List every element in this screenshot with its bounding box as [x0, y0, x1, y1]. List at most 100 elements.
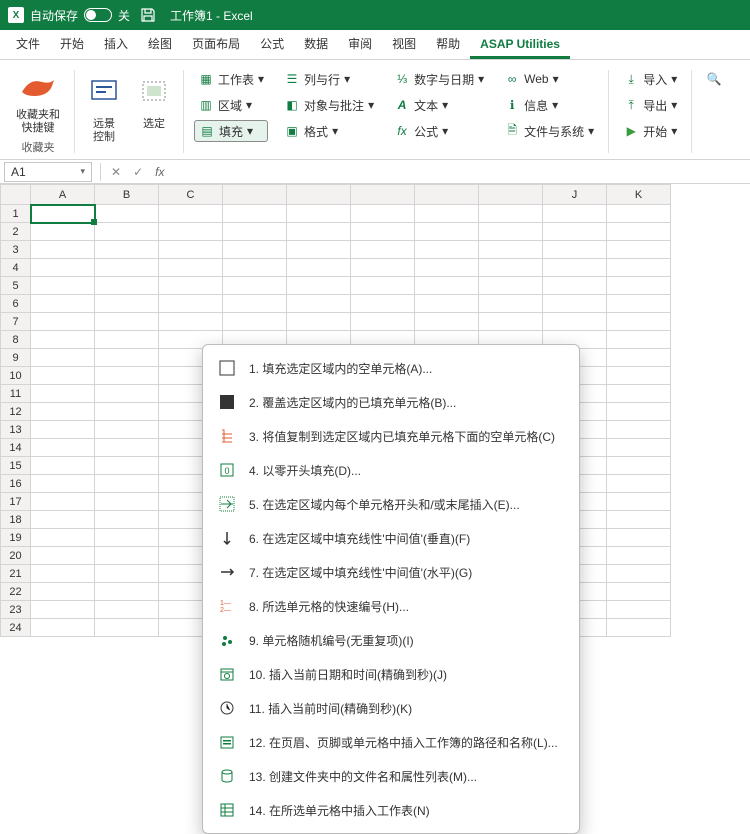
cell[interactable]	[607, 349, 671, 367]
row-header[interactable]: 12	[1, 403, 31, 421]
tab-3[interactable]: 绘图	[138, 29, 182, 59]
cell[interactable]	[95, 277, 159, 295]
cell[interactable]	[223, 241, 287, 259]
cell[interactable]	[159, 277, 223, 295]
fill-menu-item-2[interactable]: 2. 覆盖选定区域内的已填充单元格(B)...	[203, 385, 579, 419]
cell[interactable]	[31, 241, 95, 259]
cell[interactable]	[31, 331, 95, 349]
cell[interactable]	[31, 223, 95, 241]
cell[interactable]	[95, 421, 159, 439]
cell[interactable]	[95, 493, 159, 511]
select-group[interactable]: 选定	[129, 64, 179, 159]
cell[interactable]	[31, 529, 95, 547]
text-button[interactable]: A文本▾	[390, 94, 488, 116]
tab-10[interactable]: ASAP Utilities	[470, 29, 570, 59]
cell[interactable]	[31, 313, 95, 331]
cell[interactable]	[95, 583, 159, 601]
cell[interactable]	[415, 295, 479, 313]
row-header[interactable]: 22	[1, 583, 31, 601]
cell[interactable]	[415, 313, 479, 331]
spreadsheet-grid[interactable]: ABCJK12345678910111213141516171819202122…	[0, 184, 750, 637]
col-header[interactable]: B	[95, 185, 159, 205]
cell[interactable]	[31, 565, 95, 583]
cell[interactable]	[31, 601, 95, 619]
cell[interactable]	[95, 205, 159, 223]
cell[interactable]	[287, 277, 351, 295]
fill-menu-item-14[interactable]: 14. 在所选单元格中插入工作表(N)	[203, 793, 579, 827]
cell[interactable]	[95, 601, 159, 619]
row-header[interactable]: 3	[1, 241, 31, 259]
cell[interactable]	[543, 313, 607, 331]
cell[interactable]	[415, 277, 479, 295]
col-header[interactable]	[287, 185, 351, 205]
cell[interactable]	[223, 259, 287, 277]
cell[interactable]	[607, 619, 671, 637]
save-icon[interactable]	[140, 7, 156, 23]
cell[interactable]	[159, 205, 223, 223]
cell[interactable]	[351, 241, 415, 259]
row-header[interactable]: 15	[1, 457, 31, 475]
cell[interactable]	[31, 295, 95, 313]
vision-control-group[interactable]: 远景 控制	[79, 64, 129, 159]
cell[interactable]	[31, 349, 95, 367]
cell[interactable]	[287, 259, 351, 277]
fx-icon[interactable]: fx	[149, 165, 170, 179]
cell[interactable]	[95, 223, 159, 241]
cell[interactable]	[543, 295, 607, 313]
cell[interactable]	[479, 205, 543, 223]
cell[interactable]	[607, 367, 671, 385]
tab-1[interactable]: 开始	[50, 29, 94, 59]
col-header[interactable]: A	[31, 185, 95, 205]
cell[interactable]	[31, 457, 95, 475]
row-header[interactable]: 7	[1, 313, 31, 331]
row-header[interactable]: 17	[1, 493, 31, 511]
cell[interactable]	[351, 277, 415, 295]
cell[interactable]	[159, 259, 223, 277]
cancel-formula-icon[interactable]: ✕	[105, 165, 127, 179]
colrow-button[interactable]: ☰列与行▾	[280, 68, 378, 90]
cell[interactable]	[479, 259, 543, 277]
cell[interactable]	[351, 205, 415, 223]
row-header[interactable]: 19	[1, 529, 31, 547]
col-header[interactable]	[223, 185, 287, 205]
cell[interactable]	[159, 313, 223, 331]
cell[interactable]	[31, 385, 95, 403]
autosave-toggle[interactable]: 自动保存 关	[30, 7, 130, 24]
search-button[interactable]: 🔍	[702, 68, 726, 90]
tab-9[interactable]: 帮助	[426, 29, 470, 59]
cell[interactable]	[159, 295, 223, 313]
cell[interactable]	[351, 223, 415, 241]
cell[interactable]	[607, 565, 671, 583]
cell[interactable]	[95, 349, 159, 367]
numdate-button[interactable]: ⅓数字与日期▾	[390, 68, 488, 90]
row-header[interactable]: 2	[1, 223, 31, 241]
cell[interactable]	[607, 475, 671, 493]
row-header[interactable]: 6	[1, 295, 31, 313]
region-button[interactable]: ▥区域▾	[194, 94, 268, 116]
filesys-button[interactable]: 🗎文件与系统▾	[500, 120, 598, 142]
fill-menu-item-1[interactable]: 1. 填充选定区域内的空单元格(A)...	[203, 351, 579, 385]
cell[interactable]	[607, 331, 671, 349]
cell[interactable]	[223, 223, 287, 241]
cell[interactable]	[95, 313, 159, 331]
cell[interactable]	[31, 367, 95, 385]
cell[interactable]	[95, 511, 159, 529]
export-button[interactable]: ⤒导出▾	[619, 94, 681, 116]
row-header[interactable]: 16	[1, 475, 31, 493]
cell[interactable]	[31, 583, 95, 601]
row-header[interactable]: 18	[1, 511, 31, 529]
worksheet-button[interactable]: ▦工作表▾	[194, 68, 268, 90]
cell[interactable]	[479, 313, 543, 331]
cell[interactable]	[351, 259, 415, 277]
cell[interactable]	[95, 475, 159, 493]
row-header[interactable]: 20	[1, 547, 31, 565]
cell[interactable]	[543, 223, 607, 241]
row-header[interactable]: 10	[1, 367, 31, 385]
cell[interactable]	[159, 223, 223, 241]
cell[interactable]	[223, 205, 287, 223]
cell[interactable]	[607, 601, 671, 619]
row-header[interactable]: 8	[1, 331, 31, 349]
row-header[interactable]: 23	[1, 601, 31, 619]
cell[interactable]	[607, 493, 671, 511]
cell[interactable]	[607, 295, 671, 313]
